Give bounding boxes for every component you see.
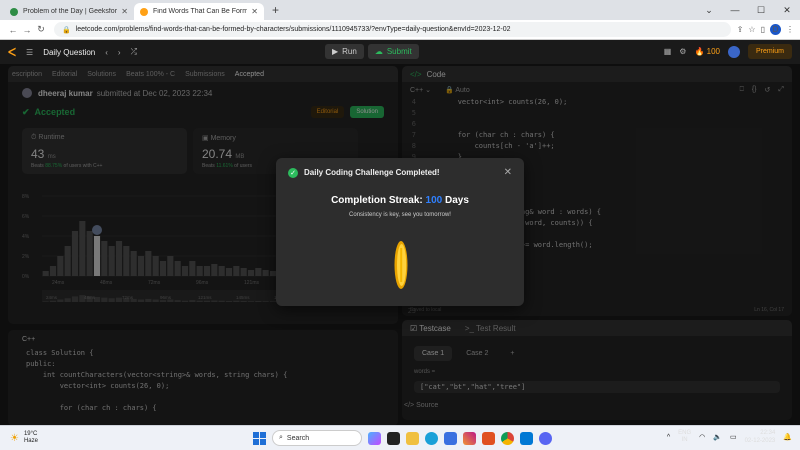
task-view-icon[interactable] (387, 431, 400, 445)
streak-counter[interactable]: 🔥 100 (694, 47, 720, 56)
browser-tab-title: Find Words That Can Be Formed by Charact… (153, 8, 248, 15)
user-avatar[interactable] (727, 45, 740, 58)
language-indicator[interactable]: ENG IN (678, 430, 691, 444)
url-input[interactable]: 🔒 leetcode.com/problems/find-words-that-… (54, 22, 731, 37)
browser-tab-leetcode[interactable]: Find Words That Can Be Formed by Charact… (134, 3, 264, 20)
streak-count: 100 (706, 47, 720, 56)
profile-avatar[interactable]: D (770, 24, 781, 35)
chevron-left-icon[interactable]: ‹ (105, 48, 108, 57)
volume-icon[interactable]: 🔈 (713, 433, 722, 441)
url-text: leetcode.com/problems/find-words-that-ca… (75, 26, 511, 33)
weather-condition: Haze (23, 438, 38, 444)
copilot-icon[interactable] (368, 431, 381, 445)
search-placeholder: Search (286, 434, 310, 442)
vscode-icon[interactable] (520, 431, 533, 445)
leetcode-favicon-icon (140, 7, 148, 16)
wifi-icon[interactable]: ◠ (699, 433, 705, 441)
layout-icon[interactable]: ▦ (664, 47, 672, 56)
run-label: Run (342, 47, 357, 56)
completion-streak: Completion Streak: 100 Days (331, 195, 469, 206)
settings-gear-icon[interactable]: ⚙ (679, 47, 686, 56)
maximize-icon[interactable]: ☐ (748, 5, 774, 16)
premium-button[interactable]: Premium (747, 44, 792, 59)
notification-bell-icon[interactable]: 🔔 (783, 433, 792, 441)
shuffle-icon[interactable]: ⤮ (131, 47, 137, 57)
gold-coin-icon (394, 241, 408, 289)
discord-icon[interactable] (539, 431, 552, 445)
weather-widget[interactable]: ☀ 19°C Haze (0, 431, 100, 445)
store-icon[interactable] (444, 431, 457, 445)
play-icon: ▶ (332, 47, 339, 56)
minimize-icon[interactable]: — (722, 5, 748, 15)
address-bar: ← → ↻ 🔒 leetcode.com/problems/find-words… (0, 20, 800, 40)
close-icon[interactable]: ✕ (121, 7, 128, 16)
reload-icon[interactable]: ↻ (34, 24, 48, 35)
chevron-down-icon[interactable]: ⌄ (696, 5, 722, 16)
weather-haze-icon: ☀ (10, 432, 19, 444)
edge-icon[interactable] (425, 431, 438, 445)
submit-button[interactable]: ☁ Submit (367, 44, 419, 59)
leetcode-header: ᐸ ☰ Daily Question ‹ › ⤮ ▶ Run ☁ Submit … (0, 40, 800, 64)
system-tray: ^ ENG IN ◠ 🔈 ▭ 22:34 02-12-2023 🔔 (667, 429, 792, 445)
instagram-icon[interactable] (463, 431, 476, 445)
star-icon[interactable]: ☆ (748, 25, 755, 34)
close-icon[interactable]: ✕ (504, 167, 512, 178)
chrome-icon[interactable] (501, 431, 514, 445)
chevron-up-icon[interactable]: ^ (667, 434, 670, 441)
more-menu-icon[interactable]: ⋮ (786, 25, 794, 34)
modal-title: Daily Coding Challenge Completed! (304, 168, 440, 177)
windows-start-icon[interactable] (253, 431, 266, 445)
daily-challenge-modal: ✓ Daily Coding Challenge Completed! ✕ Co… (276, 158, 524, 306)
check-circle-icon: ✓ (288, 167, 298, 178)
chevron-right-icon[interactable]: › (118, 48, 121, 57)
run-button[interactable]: ▶ Run (325, 44, 364, 59)
window-controls: ⌄ — ☐ ✕ (696, 0, 800, 20)
close-window-icon[interactable]: ✕ (774, 5, 800, 16)
daily-question-title[interactable]: Daily Question (43, 48, 95, 57)
windows-taskbar: ☀ 19°C Haze ⌕ Search ^ ENG IN ◠ 🔈 ▭ 22:3… (0, 425, 800, 450)
forward-arrow-icon[interactable]: → (20, 25, 34, 35)
new-tab-plus-icon[interactable]: + (264, 3, 287, 20)
browser-tab-gfg[interactable]: Problem of the Day | GeeksforGeeks ✕ (4, 3, 134, 20)
close-icon[interactable]: ✕ (251, 7, 258, 16)
file-explorer-icon[interactable] (406, 431, 419, 445)
share-icon[interactable]: ⇪ (737, 25, 744, 34)
app-icon[interactable] (482, 431, 495, 445)
modal-message: Consistency is key, see you tomorrow! (349, 212, 451, 218)
browser-tab-title: Problem of the Day | GeeksforGeeks (23, 8, 118, 15)
submit-label: Submit (386, 47, 412, 56)
leetcode-logo-icon[interactable]: ᐸ (8, 46, 16, 59)
taskbar-search[interactable]: ⌕ Search (272, 430, 362, 446)
temperature: 19°C (23, 431, 38, 437)
gfg-favicon-icon (10, 7, 18, 16)
clock[interactable]: 22:34 02-12-2023 (745, 429, 776, 445)
lock-icon: 🔒 (62, 26, 71, 34)
back-arrow-icon[interactable]: ← (6, 25, 20, 35)
battery-icon[interactable]: ▭ (730, 433, 737, 441)
problem-list-icon[interactable]: ☰ (26, 48, 33, 57)
side-panel-icon[interactable]: ▯ (761, 25, 765, 34)
browser-tab-strip: Problem of the Day | GeeksforGeeks ✕ Fin… (0, 0, 800, 20)
cloud-upload-icon: ☁ (374, 47, 383, 56)
search-icon: ⌕ (279, 434, 283, 441)
